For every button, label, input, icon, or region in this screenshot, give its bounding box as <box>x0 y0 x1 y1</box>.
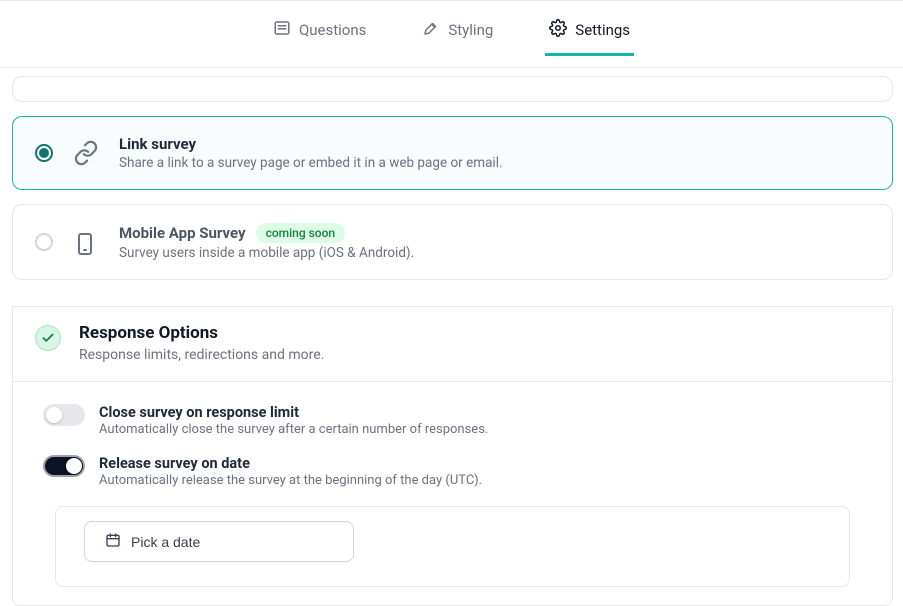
tab-styling-label: Styling <box>448 21 493 39</box>
option-link-survey[interactable]: Link survey Share a link to a survey pag… <box>12 116 893 190</box>
release-on-date-text: Release survey on date Automatically rel… <box>99 455 482 488</box>
response-options-section: Response Options Response limits, redire… <box>12 306 893 606</box>
close-on-limit-desc: Automatically close the survey after a c… <box>99 422 488 437</box>
tab-settings[interactable]: Settings <box>545 13 634 55</box>
release-on-date-row: Release survey on date Automatically rel… <box>43 455 862 488</box>
close-on-limit-row: Close survey on response limit Automatic… <box>43 404 862 437</box>
option-mobile-title-text: Mobile App Survey <box>119 224 246 242</box>
close-on-limit-title: Close survey on response limit <box>99 404 488 421</box>
toggle-release-on-date[interactable] <box>43 455 85 477</box>
radio-mobile-survey[interactable] <box>35 233 53 251</box>
option-link-desc: Share a link to a survey page or embed i… <box>119 155 503 171</box>
response-options-subtitle: Response limits, redirections and more. <box>79 347 324 363</box>
pick-date-button[interactable]: Pick a date <box>84 521 354 562</box>
checkmark-icon <box>35 325 61 351</box>
coming-soon-badge: coming soon <box>256 223 346 243</box>
pick-date-label: Pick a date <box>131 534 200 550</box>
tab-questions-label: Questions <box>299 21 366 39</box>
option-link-text: Link survey Share a link to a survey pag… <box>119 135 503 171</box>
response-options-body: Close survey on response limit Automatic… <box>13 382 892 605</box>
gear-icon <box>549 19 567 41</box>
option-mobile-desc: Survey users inside a mobile app (iOS & … <box>119 245 414 261</box>
list-icon <box>273 19 291 41</box>
radio-link-survey[interactable] <box>35 144 53 162</box>
toggle-close-on-limit[interactable] <box>43 404 85 426</box>
response-options-header-text: Response Options Response limits, redire… <box>79 323 324 363</box>
top-tabs: Questions Styling Settings <box>0 0 903 68</box>
option-mobile-title: Mobile App Survey coming soon <box>119 223 414 243</box>
response-options-title: Response Options <box>79 323 324 343</box>
brush-icon <box>422 19 440 41</box>
release-on-date-title: Release survey on date <box>99 455 482 472</box>
previous-card-bottom <box>12 76 893 102</box>
response-options-header[interactable]: Response Options Response limits, redire… <box>13 306 892 382</box>
tab-styling[interactable]: Styling <box>418 13 497 55</box>
option-mobile-survey[interactable]: Mobile App Survey coming soon Survey use… <box>12 204 893 280</box>
link-icon <box>73 140 99 166</box>
release-on-date-desc: Automatically release the survey at the … <box>99 473 482 488</box>
close-on-limit-text: Close survey on response limit Automatic… <box>99 404 488 437</box>
tab-settings-label: Settings <box>575 21 630 39</box>
calendar-icon <box>105 532 121 551</box>
option-mobile-text: Mobile App Survey coming soon Survey use… <box>119 223 414 261</box>
date-picker-container: Pick a date <box>55 506 850 587</box>
option-link-title: Link survey <box>119 135 503 153</box>
tab-questions[interactable]: Questions <box>269 13 370 55</box>
mobile-icon <box>73 229 99 255</box>
